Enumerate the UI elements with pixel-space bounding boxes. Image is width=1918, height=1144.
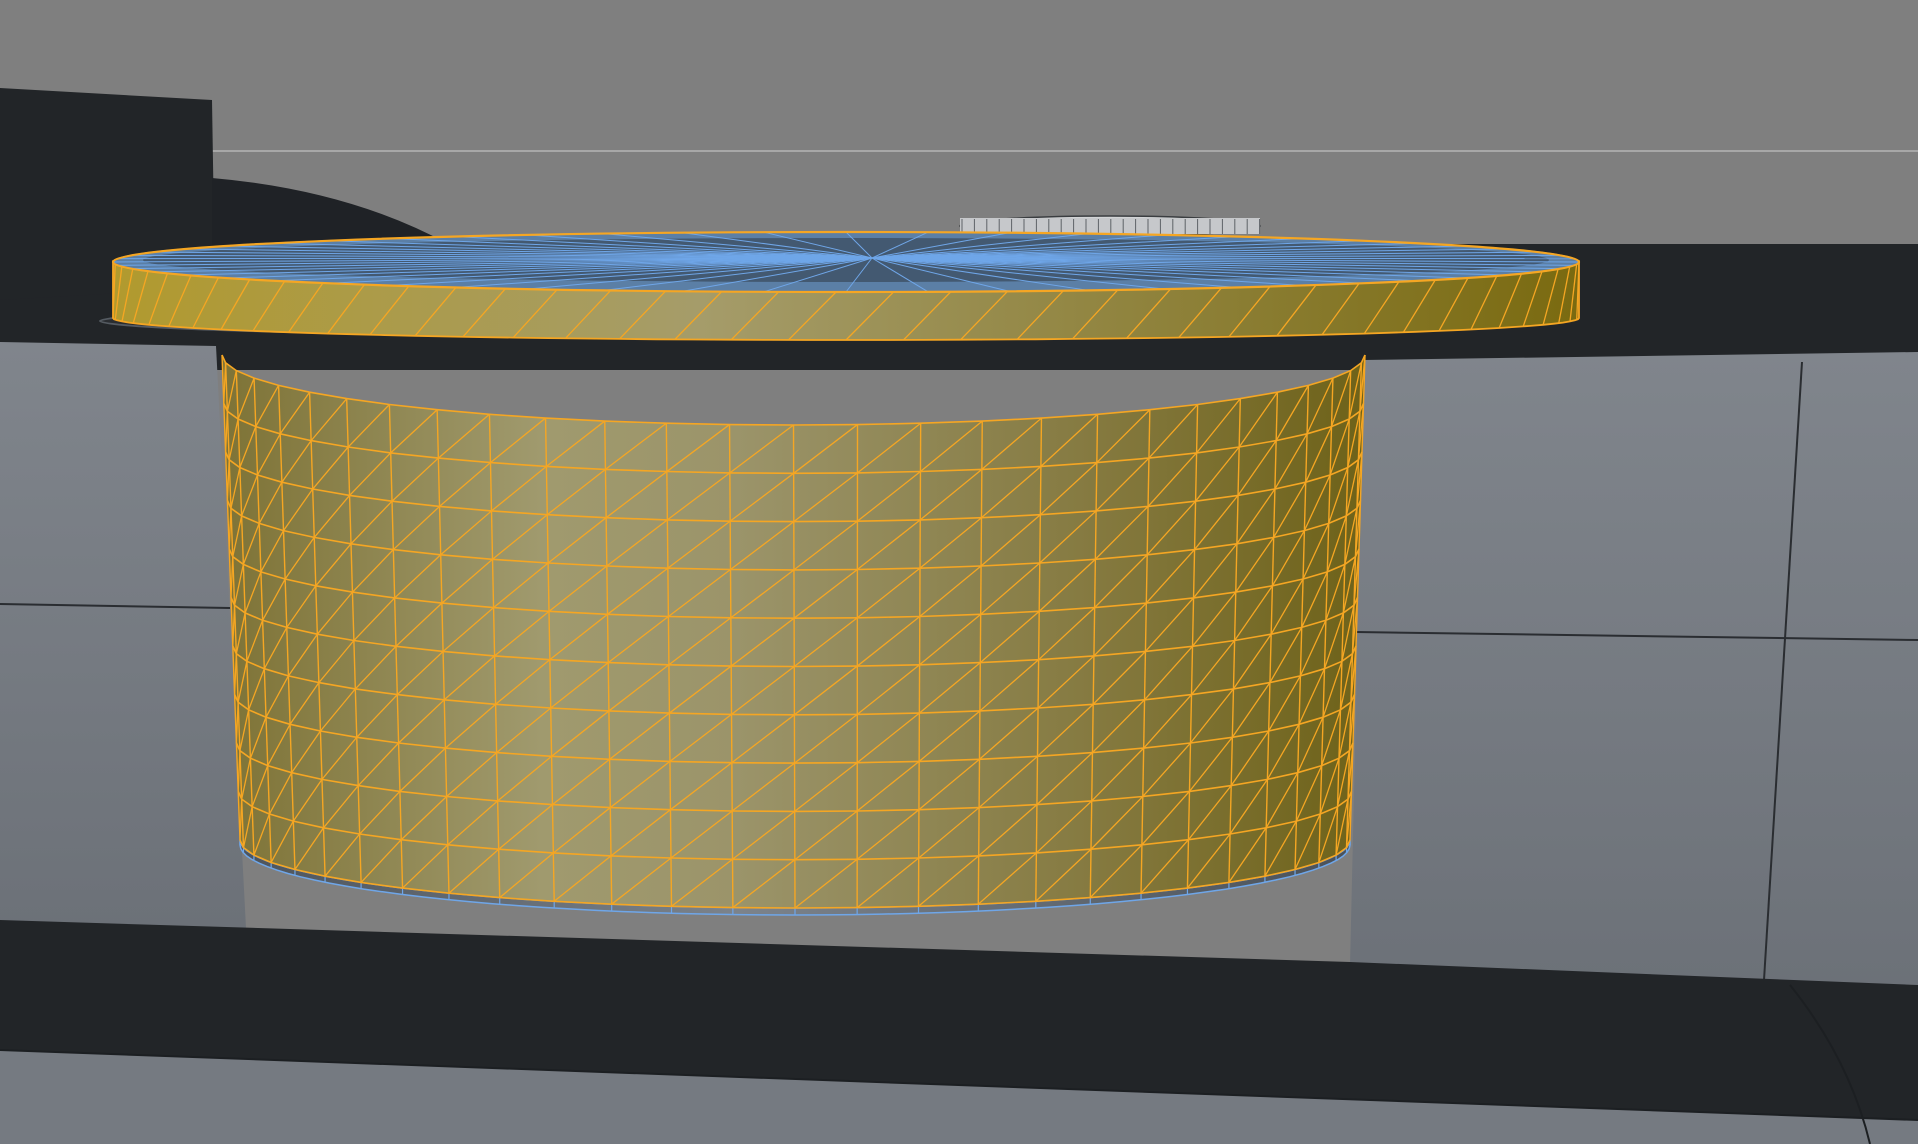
right-block [1350, 352, 1918, 985]
selected-cylinder [221, 354, 1366, 909]
viewport-canvas[interactable] [0, 0, 1918, 1144]
left-block [0, 342, 246, 928]
cap-spoke-wire [117, 257, 873, 260]
3d-viewport[interactable] [0, 0, 1918, 1144]
cap-spoke-wire [871, 257, 1575, 260]
top-cap [111, 230, 1581, 294]
